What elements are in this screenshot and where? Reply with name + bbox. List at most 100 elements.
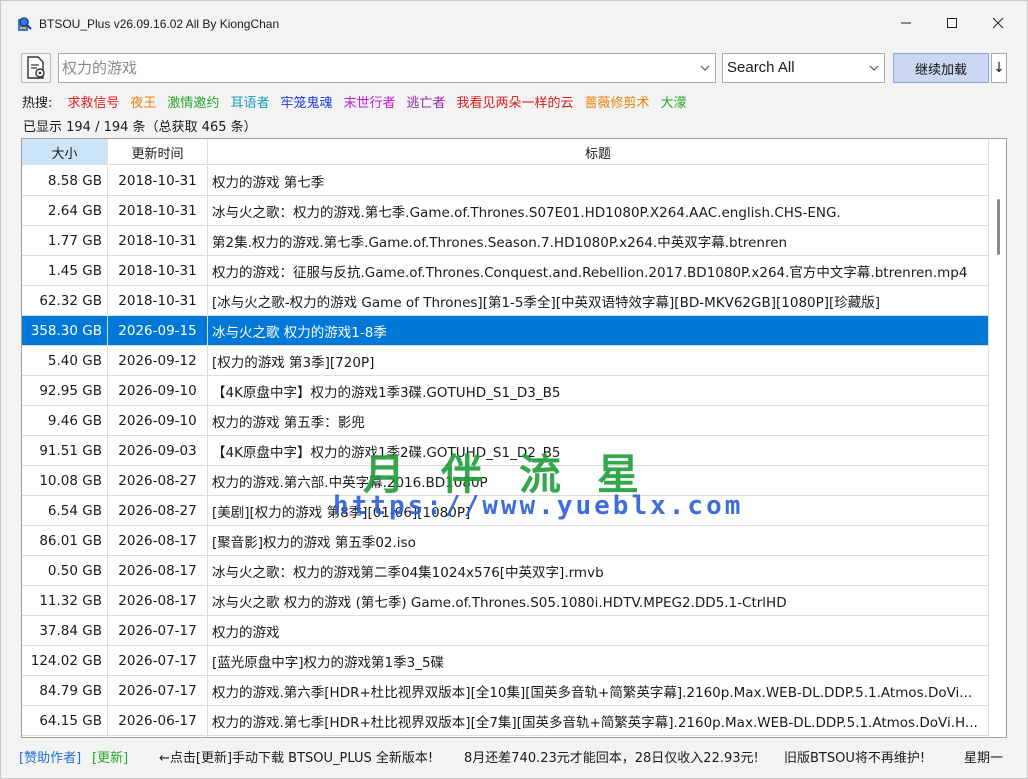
hot-keyword-link[interactable]: 求救信号: [67, 92, 119, 111]
cell-size-text: 6.54 GB: [47, 502, 102, 519]
sponsor-link[interactable]: [赞助作者]: [19, 747, 81, 766]
document-gear-icon: [27, 56, 45, 79]
cell-title-text: 【4K原盘中字】权力的游戏1季2碟.GOTUHD_S1_D2_B5: [212, 444, 561, 461]
cell-title-text: 权力的游戏：征服与反抗.Game.of.Thrones.Conquest.and…: [212, 264, 968, 281]
column-header-size[interactable]: 大小: [22, 139, 108, 165]
cell-size-text: 5.40 GB: [47, 352, 102, 369]
hot-keyword-link[interactable]: 大濛: [661, 92, 687, 111]
vertical-scrollbar[interactable]: [990, 139, 1006, 737]
table-row[interactable]: 86.01 GB 2026-08-17 [聚音影]权力的游戏 第五季02.iso: [22, 525, 989, 556]
cell-date: 2026-06-17: [108, 705, 208, 736]
cell-title: 冰与火之歌 权力的游戏1-8季: [208, 315, 989, 346]
cell-title: 权力的游戏: [208, 615, 989, 646]
cell-title-text: 权力的游戏.第六季[HDR+杜比视界双版本][全10集][国英多音轨+简繁英字幕…: [212, 684, 973, 701]
cell-title: [聚音影]权力的游戏 第五季02.iso: [208, 525, 989, 556]
table-row[interactable]: 0.50 GB 2026-08-17 冰与火之歌：权力的游戏第二季04集1024x5…: [22, 555, 989, 586]
column-header-date[interactable]: 更新时间: [108, 139, 208, 165]
status-notice-download: ←点击[更新]手动下载 BTSOU_PLUS 全新版本!: [159, 751, 434, 766]
search-input[interactable]: [62, 57, 682, 79]
cell-title-text: 【4K原盘中字】权力的游戏1季3碟.GOTUHD_S1_D3_B5: [212, 384, 561, 401]
minimize-button[interactable]: [883, 1, 929, 45]
cell-title-text: 权力的游戏.第七季[HDR+杜比视界双版本][全7集][国英多音轨+简繁英字幕]…: [212, 714, 978, 731]
settings-document-button[interactable]: [21, 53, 51, 83]
cell-size: 8.58 GB: [22, 165, 108, 196]
cell-date: 2018-10-31: [108, 165, 208, 196]
update-link[interactable]: [更新]: [92, 747, 128, 766]
table-row[interactable]: 6.54 GB 2026-08-27 [美剧][权力的游戏 第8季][01-06][…: [22, 495, 989, 526]
minimize-icon: [901, 22, 911, 24]
table-row[interactable]: 124.02 GB 2026-07-17 [蓝光原盘中字]权力的游戏第1季3_5碟: [22, 645, 989, 676]
result-count: 已显示 194 / 194 条（总获取 465 条）: [23, 120, 257, 135]
table-row[interactable]: 2.64 GB 2018-10-31 冰与火之歌：权力的游戏.第七季.Game.of…: [22, 195, 989, 226]
table-row[interactable]: 8.58 GB 2018-10-31 权力的游戏 第七季: [22, 165, 989, 196]
hot-keyword-link[interactable]: 末世行者: [343, 92, 395, 111]
maximize-button[interactable]: [929, 1, 975, 45]
hot-search-label: 热搜:: [22, 96, 53, 111]
sort-arrow-button[interactable]: ↓: [991, 53, 1007, 83]
table-row[interactable]: 92.95 GB 2026-09-10 【4K原盘中字】权力的游戏1季3碟.GOTU…: [22, 375, 989, 406]
table-row[interactable]: 10.08 GB 2026-08-27 权力的游戏.第六部.中英字幕.2016.BD…: [22, 465, 989, 496]
hot-keyword-link[interactable]: 牢笼鬼魂: [280, 92, 332, 111]
cell-size-text: 1.45 GB: [47, 262, 102, 279]
cell-date: 2026-08-27: [108, 495, 208, 526]
cell-title: 冰与火之歌 权力的游戏 (第七季) Game.of.Thrones.S05.10…: [208, 585, 989, 616]
cell-title-text: 冰与火之歌：权力的游戏第二季04集1024x576[中英双字].rmvb: [212, 564, 604, 581]
cell-date-text: 2026-09-12: [118, 352, 197, 369]
cell-date: 2026-07-17: [108, 645, 208, 676]
cell-size: 62.32 GB: [22, 285, 108, 316]
table-row[interactable]: 84.79 GB 2026-07-17 权力的游戏.第六季[HDR+杜比视界双版本]…: [22, 675, 989, 706]
cell-size-text: 0.50 GB: [47, 562, 102, 579]
cell-date-text: 2026-07-17: [118, 682, 197, 699]
cell-title: [蓝光原盘中字]权力的游戏第1季3_5碟: [208, 645, 989, 676]
table-row[interactable]: 64.15 GB 2026-06-17 权力的游戏.第七季[HDR+杜比视界双版本]…: [22, 705, 989, 736]
load-more-button[interactable]: 继续加载: [893, 53, 989, 83]
table-row[interactable]: 37.84 GB 2026-07-17 权力的游戏: [22, 615, 989, 646]
cell-date: 2026-07-17: [108, 675, 208, 706]
cell-size-text: 8.58 GB: [47, 172, 102, 189]
cell-date: 2026-07-17: [108, 615, 208, 646]
cell-title: 权力的游戏.第七季[HDR+杜比视界双版本][全7集][国英多音轨+简繁英字幕]…: [208, 705, 989, 736]
hot-keyword-link[interactable]: 逃亡者: [406, 92, 445, 111]
cell-size-text: 64.15 GB: [39, 712, 102, 729]
cell-date-text: 2026-07-17: [118, 622, 197, 639]
table-row[interactable]: 358.30 GB 2026-09-15 冰与火之歌 权力的游戏1-8季: [22, 315, 989, 346]
search-combobox[interactable]: [58, 53, 716, 83]
cell-size: 91.51 GB: [22, 435, 108, 466]
cell-size-text: 9.46 GB: [47, 412, 102, 429]
cell-title: 权力的游戏.第六部.中英字幕.2016.BD1080P: [208, 465, 989, 496]
cell-title-text: [权力的游戏 第3季][720P]: [212, 354, 375, 371]
table-body: 8.58 GB 2018-10-31 权力的游戏 第七季 2.64 GB 2018-10…: [22, 165, 989, 737]
table-row[interactable]: 1.45 GB 2018-10-31 权力的游戏：征服与反抗.Game.of.Thr…: [22, 255, 989, 286]
cell-date-text: 2018-10-31: [118, 232, 197, 249]
column-header-title[interactable]: 标题: [208, 139, 989, 165]
cell-date-text: 2026-09-10: [118, 382, 197, 399]
table-row[interactable]: 11.32 GB 2026-08-17 冰与火之歌 权力的游戏 (第七季) Game…: [22, 585, 989, 616]
hot-keyword-link[interactable]: 夜王: [130, 92, 156, 111]
table-row[interactable]: 1.77 GB 2018-10-31 第2集.权力的游戏.第七季.Game.of.T…: [22, 225, 989, 256]
table-row[interactable]: 9.46 GB 2026-09-10 权力的游戏 第五季：影兜: [22, 405, 989, 436]
table-row[interactable]: [22, 735, 989, 737]
hot-keyword-link[interactable]: 耳语者: [230, 92, 269, 111]
hot-keyword-link[interactable]: 我看见两朵一样的云: [457, 92, 574, 111]
search-scope-select[interactable]: Search All: [722, 53, 885, 83]
cell-date: 2026-08-17: [108, 555, 208, 586]
chevron-down-icon[interactable]: [699, 62, 711, 74]
cell-title: 冰与火之歌：权力的游戏第二季04集1024x576[中英双字].rmvb: [208, 555, 989, 586]
cell-date: 2026-08-27: [108, 465, 208, 496]
table-row[interactable]: 62.32 GB 2018-10-31 [冰与火之歌-权力的游戏 Game of T…: [22, 285, 989, 316]
table-row[interactable]: 91.51 GB 2026-09-03 【4K原盘中字】权力的游戏1季2碟.GOTU…: [22, 435, 989, 466]
search-scope-value: Search All: [727, 59, 795, 76]
scrollbar-thumb[interactable]: [997, 199, 1000, 255]
cell-size: 2.64 GB: [22, 195, 108, 226]
cell-date: 2018-10-31: [108, 255, 208, 286]
close-button[interactable]: [975, 1, 1021, 45]
hot-keyword-link[interactable]: 激情邀约: [167, 92, 219, 111]
table-row[interactable]: 5.40 GB 2026-09-12 [权力的游戏 第3季][720P]: [22, 345, 989, 376]
cell-date: 2026-09-12: [108, 345, 208, 376]
cell-title: 【4K原盘中字】权力的游戏1季2碟.GOTUHD_S1_D2_B5: [208, 435, 989, 466]
cell-size: 124.02 GB: [22, 645, 108, 676]
cell-size: [22, 735, 108, 737]
cell-size-text: 37.84 GB: [39, 622, 102, 639]
cell-date: 2026-09-15: [108, 315, 208, 346]
hot-keyword-link[interactable]: 蔷薇修剪术: [585, 92, 650, 111]
